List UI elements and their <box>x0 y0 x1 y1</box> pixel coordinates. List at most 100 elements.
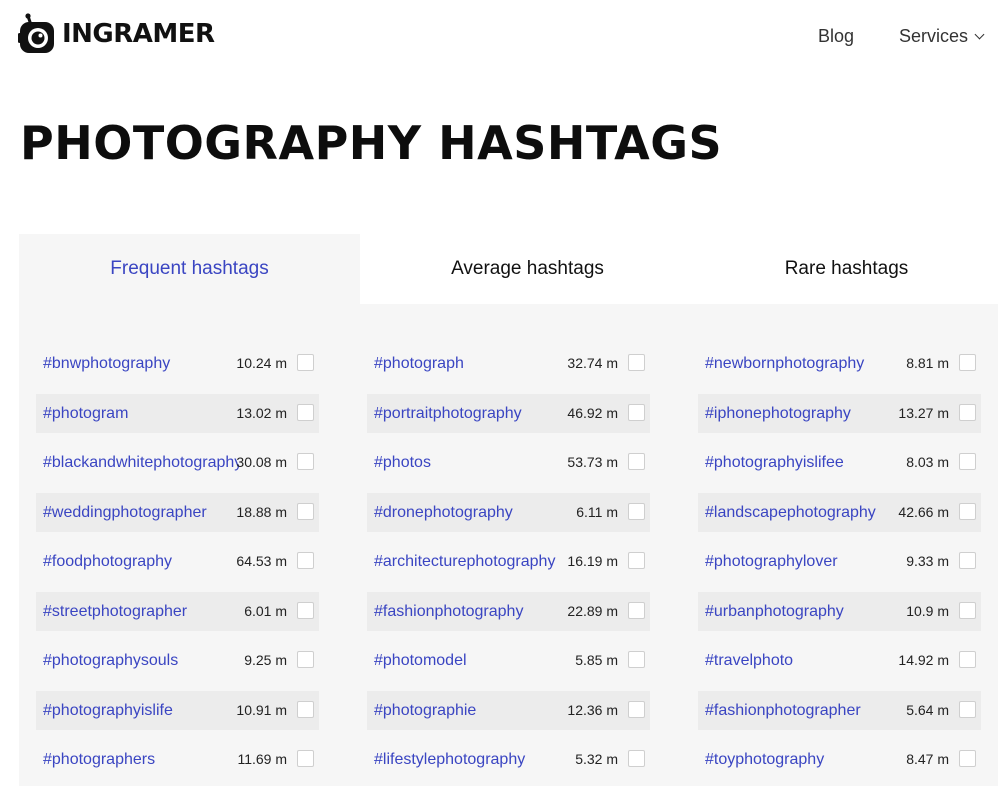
hashtag-checkbox[interactable] <box>297 453 314 470</box>
hashtag-post-count: 9.25 m <box>244 652 287 668</box>
hashtag-checkbox[interactable] <box>959 403 976 421</box>
hashtag-label[interactable]: #fashionphotographer <box>705 691 901 730</box>
hashtag-label[interactable]: #photographyislifee <box>705 443 901 482</box>
hashtag-label[interactable]: #photographers <box>43 740 239 779</box>
hashtag-post-count: 46.92 m <box>567 404 618 421</box>
logo[interactable]: INGRAMER <box>18 12 215 56</box>
tab-average-hashtags[interactable]: Average hashtags <box>360 234 695 304</box>
hashtag-checkbox[interactable] <box>628 403 645 421</box>
hashtag-row[interactable]: #weddingphotographer 18.88 m <box>36 492 319 532</box>
hashtag-checkbox[interactable] <box>959 700 976 718</box>
hashtag-row[interactable]: #landscapephotography 42.66 m <box>698 492 981 532</box>
hashtag-row[interactable]: #toyphotography 8.47 m <box>698 740 981 779</box>
site-header: INGRAMER Blog Services <box>0 0 1006 74</box>
hashtag-label[interactable]: #foodphotography <box>43 542 239 581</box>
hashtag-row[interactable]: #dronephotography 6.11 m <box>367 492 650 532</box>
hashtag-post-count: 22.89 m <box>567 602 618 619</box>
hashtag-checkbox[interactable] <box>628 502 645 520</box>
hashtag-checkbox[interactable] <box>628 552 645 569</box>
hashtag-label[interactable]: #bnwphotography <box>43 344 239 383</box>
hashtag-row[interactable]: #photographers 11.69 m <box>36 740 319 779</box>
hashtag-label[interactable]: #architecturephotography <box>374 542 570 581</box>
hashtag-checkbox[interactable] <box>297 403 314 421</box>
hashtag-label[interactable]: #photomodel <box>374 641 570 680</box>
hashtag-checkbox[interactable] <box>297 651 314 668</box>
hashtag-checkbox[interactable] <box>297 601 314 619</box>
hashtag-row[interactable]: #portraitphotography 46.92 m <box>367 393 650 433</box>
page-title: PHOTOGRAPHY HASHTAGS <box>20 116 723 170</box>
hashtag-checkbox[interactable] <box>297 750 314 767</box>
hashtag-row[interactable]: #blackandwhitephotography 30.08 m <box>36 443 319 482</box>
hashtag-checkbox[interactable] <box>628 453 645 470</box>
hashtag-label[interactable]: #newbornphotography <box>705 344 901 383</box>
hashtag-label[interactable]: #landscapephotography <box>705 493 901 532</box>
hashtag-label[interactable]: #photographysouls <box>43 641 239 680</box>
hashtag-checkbox[interactable] <box>959 453 976 470</box>
hashtag-label[interactable]: #photographyislife <box>43 691 239 730</box>
hashtag-checkbox[interactable] <box>959 601 976 619</box>
hashtag-label[interactable]: #travelphoto <box>705 641 901 680</box>
hashtag-label[interactable]: #photographylover <box>705 542 901 581</box>
hashtag-row[interactable]: #photographyislifee 8.03 m <box>698 443 981 482</box>
camera-robot-icon <box>18 13 58 55</box>
hashtag-checkbox[interactable] <box>959 354 976 371</box>
hashtag-row[interactable]: #bnwphotography 10.24 m <box>36 344 319 383</box>
hashtag-row[interactable]: #lifestylephotography 5.32 m <box>367 740 650 779</box>
hashtag-checkbox[interactable] <box>959 651 976 668</box>
hashtag-row[interactable]: #urbanphotography 10.9 m <box>698 591 981 631</box>
hashtag-label[interactable]: #weddingphotographer <box>43 493 239 532</box>
hashtag-checkbox[interactable] <box>297 502 314 520</box>
hashtag-row[interactable]: #photogram 13.02 m <box>36 393 319 433</box>
hashtag-row[interactable]: #photographie 12.36 m <box>367 690 650 730</box>
hashtag-row[interactable]: #photos 53.73 m <box>367 443 650 482</box>
hashtag-row[interactable]: #streetphotographer 6.01 m <box>36 591 319 631</box>
hashtag-post-count: 8.03 m <box>906 454 949 470</box>
hashtag-checkbox[interactable] <box>297 700 314 718</box>
brand-name: INGRAMER <box>62 19 215 49</box>
hashtag-row[interactable]: #architecturephotography 16.19 m <box>367 542 650 581</box>
hashtag-checkbox[interactable] <box>628 354 645 371</box>
nav-services-dropdown[interactable]: Services <box>899 26 985 47</box>
hashtag-checkbox[interactable] <box>628 601 645 619</box>
hashtag-row[interactable]: #fashionphotographer 5.64 m <box>698 690 981 730</box>
hashtag-label[interactable]: #urbanphotography <box>705 592 901 631</box>
hashtag-row[interactable]: #photograph 32.74 m <box>367 344 650 383</box>
hashtag-label[interactable]: #iphonephotography <box>705 394 901 433</box>
hashtag-label[interactable]: #blackandwhitephotography <box>43 443 239 482</box>
tab-rare-hashtags[interactable]: Rare hashtags <box>695 234 998 304</box>
hashtag-row[interactable]: #fashionphotography 22.89 m <box>367 591 650 631</box>
hashtag-label[interactable]: #photos <box>374 443 570 482</box>
hashtag-checkbox[interactable] <box>297 552 314 569</box>
hashtag-column-1: #bnwphotography 10.24 m #photogram 13.02 m #… <box>36 344 319 786</box>
nav-blog-link[interactable]: Blog <box>818 26 854 47</box>
hashtag-row[interactable]: #photographyislife 10.91 m <box>36 690 319 730</box>
hashtag-checkbox[interactable] <box>959 502 976 520</box>
hashtag-row[interactable]: #newbornphotography 8.81 m <box>698 344 981 383</box>
hashtag-label[interactable]: #dronephotography <box>374 493 570 532</box>
hashtag-label[interactable]: #fashionphotography <box>374 592 570 631</box>
tab-frequent-hashtags[interactable]: Frequent hashtags <box>19 234 360 304</box>
hashtag-checkbox[interactable] <box>959 750 976 767</box>
hashtag-row[interactable]: #photographysouls 9.25 m <box>36 641 319 680</box>
hashtag-checkbox[interactable] <box>628 750 645 767</box>
hashtag-label[interactable]: #photograph <box>374 344 570 383</box>
hashtag-row[interactable]: #photomodel 5.85 m <box>367 641 650 680</box>
hashtag-label[interactable]: #streetphotographer <box>43 592 239 631</box>
hashtag-post-count: 9.33 m <box>906 553 949 569</box>
hashtag-row[interactable]: #iphonephotography 13.27 m <box>698 393 981 433</box>
hashtag-label[interactable]: #lifestylephotography <box>374 740 570 779</box>
hashtag-checkbox[interactable] <box>628 700 645 718</box>
hashtag-label[interactable]: #toyphotography <box>705 740 901 779</box>
hashtag-label[interactable]: #photogram <box>43 394 239 433</box>
hashtag-panel: #bnwphotography 10.24 m #photogram 13.02 m #… <box>19 304 998 786</box>
hashtag-post-count: 53.73 m <box>567 454 618 470</box>
hashtag-label[interactable]: #photographie <box>374 691 570 730</box>
hashtag-post-count: 13.27 m <box>898 404 949 421</box>
hashtag-checkbox[interactable] <box>628 651 645 668</box>
hashtag-label[interactable]: #portraitphotography <box>374 394 570 433</box>
hashtag-row[interactable]: #travelphoto 14.92 m <box>698 641 981 680</box>
hashtag-checkbox[interactable] <box>297 354 314 371</box>
hashtag-row[interactable]: #photographylover 9.33 m <box>698 542 981 581</box>
hashtag-row[interactable]: #foodphotography 64.53 m <box>36 542 319 581</box>
hashtag-checkbox[interactable] <box>959 552 976 569</box>
